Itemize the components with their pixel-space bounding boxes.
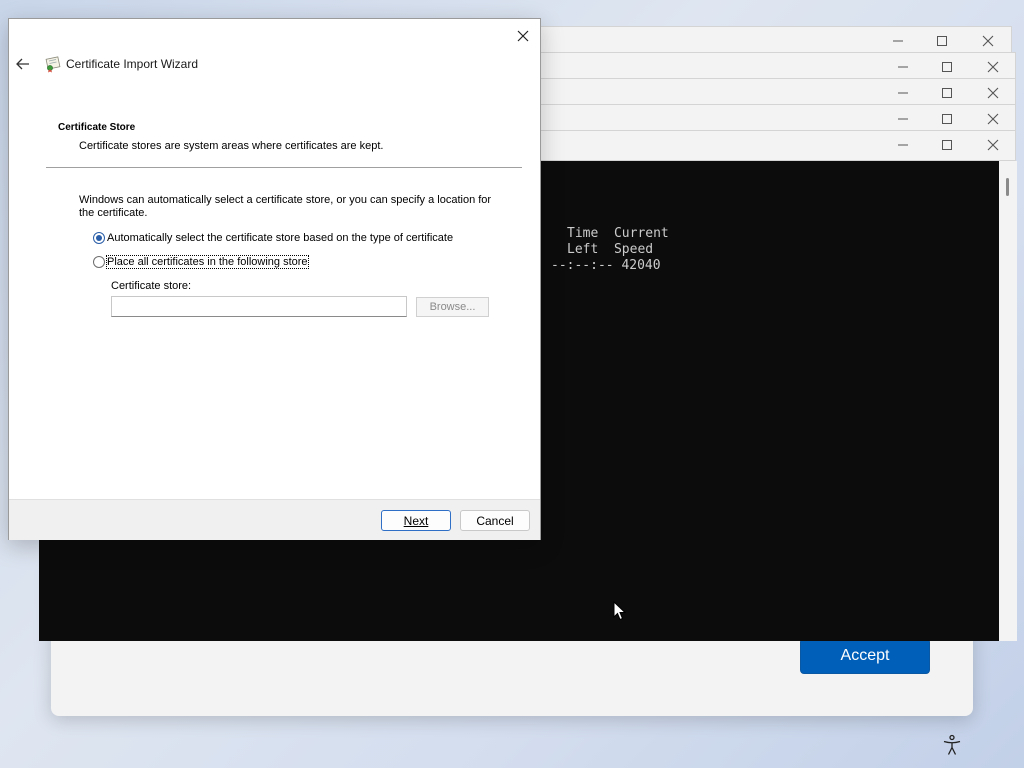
next-button-label: Next	[403, 513, 429, 528]
wizard-footer: Next Cancel	[9, 499, 540, 540]
terminal-line: Time Current	[567, 226, 669, 241]
certificate-import-wizard: Certificate Import Wizard Certificate St…	[8, 18, 541, 540]
close-icon[interactable]	[980, 33, 996, 49]
maximize-icon[interactable]	[939, 137, 955, 153]
window-titlebar-4	[540, 104, 1016, 132]
maximize-icon[interactable]	[934, 33, 950, 49]
terminal-line: Left Speed	[567, 242, 654, 257]
maximize-icon[interactable]	[939, 59, 955, 75]
window-titlebar-5	[540, 130, 1016, 161]
next-button[interactable]: Next	[381, 510, 451, 531]
arrow-left-icon[interactable]	[14, 55, 32, 73]
radio-button-selected[interactable]	[93, 232, 105, 244]
radio-auto-label[interactable]: Automatically select the certificate sto…	[107, 232, 453, 244]
window-titlebar-3	[540, 78, 1016, 106]
intro-text: Windows can automatically select a certi…	[79, 194, 492, 219]
terminal-scrollbar[interactable]	[999, 161, 1017, 641]
close-icon[interactable]	[985, 137, 1001, 153]
minimize-icon[interactable]	[895, 137, 911, 153]
maximize-icon[interactable]	[939, 85, 955, 101]
minimize-icon[interactable]	[895, 85, 911, 101]
section-heading: Certificate Store	[58, 122, 136, 133]
section-subtitle: Certificate stores are system areas wher…	[79, 140, 384, 152]
certificate-store-field[interactable]	[111, 296, 407, 317]
minimize-icon[interactable]	[895, 59, 911, 75]
accessibility-icon[interactable]	[942, 734, 962, 756]
scrollbar-thumb[interactable]	[1006, 178, 1009, 196]
close-icon[interactable]	[985, 59, 1001, 75]
radio-place-in-store[interactable]: Place all certificates in the following …	[93, 255, 309, 269]
minimize-icon[interactable]	[895, 111, 911, 127]
window-titlebar-2	[540, 52, 1016, 80]
close-icon[interactable]	[985, 85, 1001, 101]
browse-button[interactable]: Browse...	[416, 297, 489, 317]
minimize-icon[interactable]	[890, 33, 906, 49]
cancel-button[interactable]: Cancel	[460, 510, 530, 531]
wizard-title: Certificate Import Wizard	[66, 57, 199, 71]
desktop: Accept Time Current Left Speed --:--:-- …	[0, 0, 1024, 768]
mouse-cursor-icon	[613, 600, 627, 621]
accept-button[interactable]: Accept	[800, 638, 930, 674]
close-icon[interactable]	[985, 111, 1001, 127]
divider	[46, 167, 522, 168]
certificate-store-label: Certificate store:	[111, 280, 192, 292]
radio-button[interactable]	[93, 256, 105, 268]
terminal-line: --:--:-- 42040	[551, 258, 661, 273]
certificate-icon	[44, 55, 62, 73]
close-icon[interactable]	[512, 25, 534, 47]
maximize-icon[interactable]	[939, 111, 955, 127]
radio-place-label[interactable]: Place all certificates in the following …	[106, 255, 309, 269]
radio-auto-select[interactable]: Automatically select the certificate sto…	[93, 232, 453, 244]
